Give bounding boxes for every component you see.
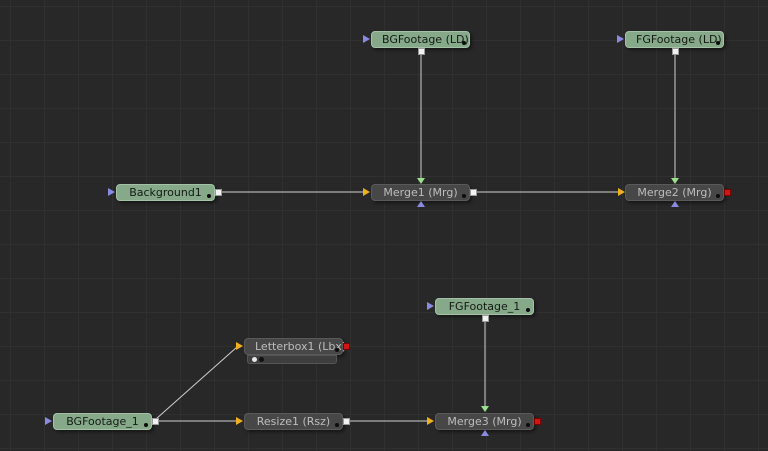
node-letterbox1[interactable]: Letterbox1 (Lbx) (244, 338, 347, 355)
node-status-dot (462, 194, 466, 198)
node-resize1[interactable]: Resize1 (Rsz) (244, 413, 343, 430)
mask-input-triangle-icon[interactable] (363, 35, 370, 43)
right-viewer-indicator-icon[interactable] (259, 357, 264, 362)
background-input-triangle-icon[interactable] (236, 417, 243, 425)
node-merge2[interactable]: Merge2 (Mrg) (625, 184, 724, 201)
node-label: Letterbox1 (Lbx) (255, 340, 347, 353)
node-label: Merge2 (Mrg) (637, 186, 712, 199)
flow-editor[interactable]: BGFootage (LD) FGFootage (LD) Background… (0, 0, 768, 451)
wire-bgfootage-1-to-letterbox1 (155, 346, 238, 420)
node-status-dot (716, 41, 720, 45)
output-port[interactable] (418, 48, 425, 55)
output-port[interactable] (152, 418, 159, 425)
node-label: Background1 (129, 186, 202, 199)
node-label: BGFootage (LD) (382, 33, 469, 46)
output-port[interactable] (343, 418, 350, 425)
output-port[interactable] (482, 315, 489, 322)
mask-input-triangle-icon[interactable] (417, 201, 425, 207)
output-port[interactable] (470, 189, 477, 196)
background-input-triangle-icon[interactable] (427, 417, 434, 425)
mask-input-triangle-icon[interactable] (427, 302, 434, 310)
node-label: FGFootage_1 (448, 300, 521, 313)
node-background1[interactable]: Background1 (116, 184, 215, 201)
node-status-dot (462, 41, 466, 45)
node-status-dot (526, 423, 530, 427)
output-port[interactable] (672, 48, 679, 55)
view-indicator-icon[interactable] (534, 418, 541, 425)
node-label: Resize1 (Rsz) (256, 415, 331, 428)
node-bgfootage-1[interactable]: BGFootage_1 (53, 413, 152, 430)
background-input-triangle-icon[interactable] (236, 342, 243, 350)
node-status-dot (335, 423, 339, 427)
node-merge1[interactable]: Merge1 (Mrg) (371, 184, 470, 201)
node-label: FGFootage (LD) (636, 33, 722, 46)
node-fgfootage-1[interactable]: FGFootage_1 (435, 298, 534, 315)
node-status-dot (335, 348, 339, 352)
node-fgfootage-ld[interactable]: FGFootage (LD) (625, 31, 724, 48)
background-input-triangle-icon[interactable] (363, 188, 370, 196)
node-label: BGFootage_1 (66, 415, 139, 428)
node-label: Merge3 (Mrg) (447, 415, 522, 428)
connection-wires (155, 55, 676, 422)
node-status-dot (207, 194, 211, 198)
node-bgfootage-ld[interactable]: BGFootage (LD) (371, 31, 470, 48)
node-status-dot (526, 308, 530, 312)
node-merge3[interactable]: Merge3 (Mrg) (435, 413, 534, 430)
node-label: Merge1 (Mrg) (383, 186, 458, 199)
foreground-input-triangle-icon[interactable] (481, 406, 489, 412)
mask-input-triangle-icon[interactable] (481, 430, 489, 436)
mask-input-triangle-icon[interactable] (671, 201, 679, 207)
view-indicator-icon[interactable] (343, 343, 350, 350)
node-status-dot (144, 423, 148, 427)
output-port[interactable] (215, 189, 222, 196)
node-tile-view-indicators[interactable] (247, 355, 337, 364)
background-input-triangle-icon[interactable] (618, 188, 625, 196)
node-status-dot (716, 194, 720, 198)
mask-input-triangle-icon[interactable] (108, 188, 115, 196)
mask-input-triangle-icon[interactable] (45, 417, 52, 425)
mask-input-triangle-icon[interactable] (617, 35, 624, 43)
view-indicator-icon[interactable] (724, 189, 731, 196)
left-viewer-indicator-icon[interactable] (252, 357, 257, 362)
